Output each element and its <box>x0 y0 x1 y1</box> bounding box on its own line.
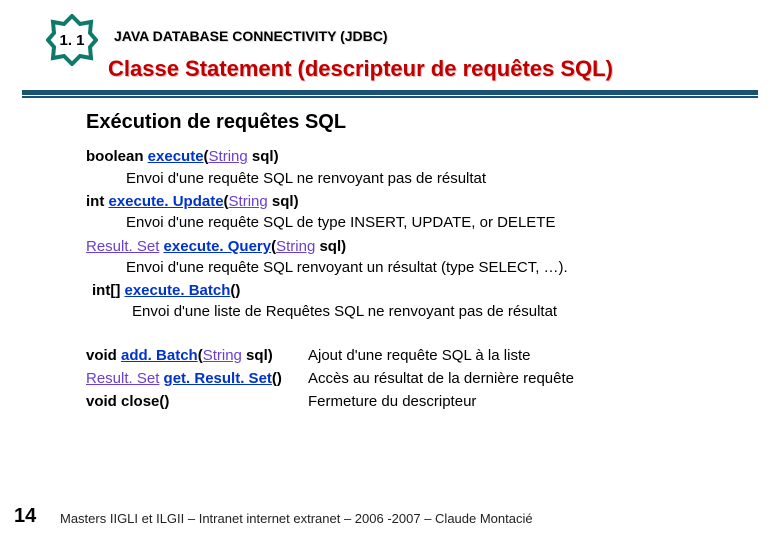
type-link[interactable]: Result. Set <box>86 238 159 255</box>
methods-left-col: void add. Batch(String sql) Result. Set … <box>86 345 286 415</box>
method-signature: boolean execute(String sql) <box>86 146 750 167</box>
method-link[interactable]: execute. Batch <box>124 282 230 299</box>
type-link[interactable]: Result. Set <box>86 370 159 387</box>
method-signature: int[] execute. Batch() <box>86 280 750 301</box>
section-badge: 1. 1 <box>46 14 98 66</box>
method-name: close <box>121 393 159 410</box>
method-description: Fermeture du descripteur <box>308 391 750 412</box>
method-signature: Result. Set get. Result. Set() <box>86 368 286 389</box>
method-signature: void add. Batch(String sql) <box>86 345 286 366</box>
type-link[interactable]: String <box>203 347 242 364</box>
type-link[interactable]: String <box>229 193 268 210</box>
method-link[interactable]: add. Batch <box>121 347 198 364</box>
content-area: Exécution de requêtes SQL boolean execut… <box>86 108 750 415</box>
methods-right-col: Ajout d'une requête SQL à la liste Accès… <box>308 345 750 415</box>
method-description: Envoi d'une requête SQL renvoyant un rés… <box>86 257 750 278</box>
page-number: 14 <box>14 505 36 528</box>
method-description: Envoi d'une liste de Requêtes SQL ne ren… <box>86 301 750 322</box>
footer-text: Masters IIGLI et ILGII – Intranet intern… <box>60 511 533 526</box>
method-link[interactable]: execute. Query <box>164 238 272 255</box>
slide: 1. 1 JAVA DATABASE CONNECTIVITY (JDBC) C… <box>0 0 780 540</box>
method-link[interactable]: execute <box>148 148 204 165</box>
method-signature: void close() <box>86 391 286 412</box>
method-description: Envoi d'une requête SQL ne renvoyant pas… <box>86 168 750 189</box>
type-link[interactable]: String <box>276 238 315 255</box>
method-link[interactable]: get. Result. Set <box>164 370 272 387</box>
methods-two-col: void add. Batch(String sql) Result. Set … <box>86 345 750 415</box>
method-description: Envoi d'une requête SQL de type INSERT, … <box>86 212 750 233</box>
content-heading: Exécution de requêtes SQL <box>86 108 750 136</box>
method-description: Ajout d'une requête SQL à la liste <box>308 345 750 366</box>
method-signature: int execute. Update(String sql) <box>86 191 750 212</box>
chapter-label: JAVA DATABASE CONNECTIVITY (JDBC) <box>114 28 388 44</box>
type-link[interactable]: String <box>209 148 248 165</box>
method-link[interactable]: execute. Update <box>109 193 224 210</box>
title-divider <box>22 90 758 96</box>
section-number: 1. 1 <box>59 32 84 49</box>
method-signature: Result. Set execute. Query(String sql) <box>86 236 750 257</box>
page-title: Classe Statement (descripteur de requête… <box>108 56 613 82</box>
method-description: Accès au résultat de la dernière requête <box>308 368 750 389</box>
